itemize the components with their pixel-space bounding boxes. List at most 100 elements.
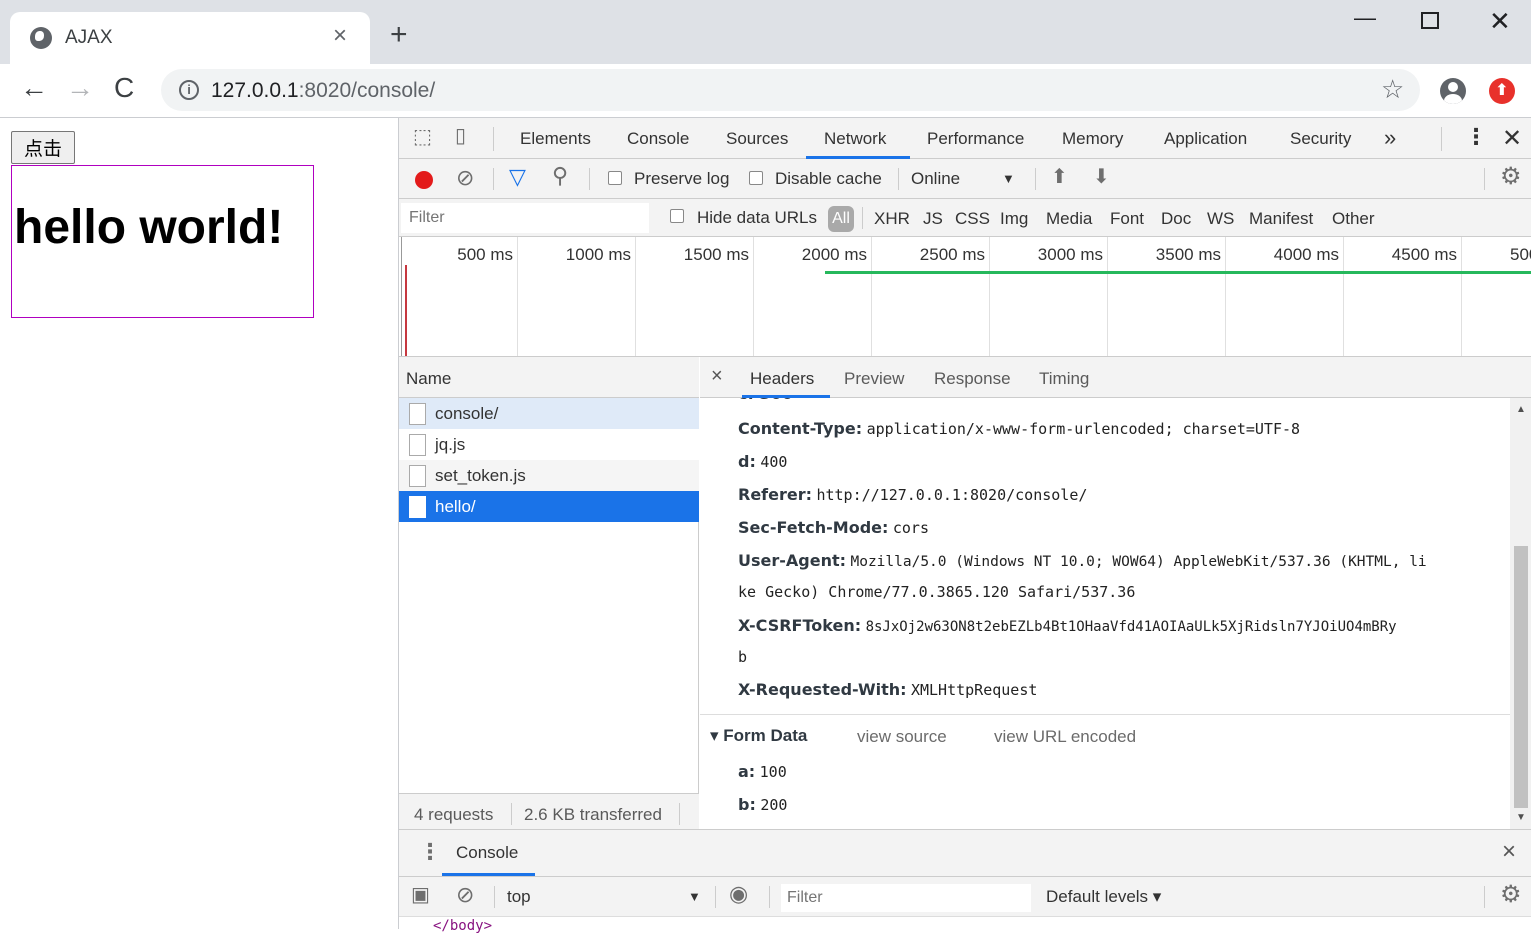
details-tab-bar: × Headers Preview Response Timing bbox=[700, 357, 1531, 398]
network-timeline-overview[interactable]: 500 ms 1000 ms 1500 ms 2000 ms 2500 ms 3… bbox=[399, 237, 1531, 357]
timeline-tick-label: 500 bbox=[1510, 245, 1531, 264]
view-url-encoded-link[interactable]: view URL encoded bbox=[994, 727, 1136, 747]
timeline-gridline bbox=[1343, 237, 1344, 356]
device-toolbar-icon[interactable]: ▯ bbox=[455, 126, 466, 146]
filter-js[interactable]: JS bbox=[923, 209, 943, 229]
window-close-button[interactable]: ✕ bbox=[1489, 6, 1511, 37]
tab-memory[interactable]: Memory bbox=[1062, 129, 1123, 149]
url-text[interactable]: 127.0.0.1:8020/console/ bbox=[211, 79, 435, 103]
console-filter-input[interactable] bbox=[781, 884, 1031, 912]
scroll-thumb[interactable] bbox=[1514, 546, 1528, 808]
reload-button[interactable]: C bbox=[114, 74, 134, 102]
filter-img[interactable]: Img bbox=[1000, 209, 1028, 229]
timeline-request-bar bbox=[825, 271, 1531, 274]
tab-headers[interactable]: Headers bbox=[750, 369, 814, 389]
disable-cache-checkbox[interactable] bbox=[749, 171, 763, 185]
filter-other[interactable]: Other bbox=[1332, 209, 1375, 229]
filter-manifest[interactable]: Manifest bbox=[1249, 209, 1313, 229]
back-button[interactable]: ← bbox=[20, 74, 48, 102]
divider bbox=[679, 803, 680, 825]
tab-preview[interactable]: Preview bbox=[844, 369, 904, 389]
window-maximize-button[interactable] bbox=[1421, 12, 1439, 29]
scroll-down-icon[interactable]: ▼ bbox=[1516, 812, 1526, 823]
header-value: 8sJxOj2w63ON8t2ebEZLb4Bt1OHaaVfd41AOIAaU… bbox=[865, 619, 1397, 635]
transferred-size: 2.6 KB transferred bbox=[524, 805, 662, 824]
devtools-close-icon[interactable]: ✕ bbox=[1502, 124, 1522, 153]
inspect-element-icon[interactable]: ⬚ bbox=[413, 127, 432, 147]
forward-button[interactable]: → bbox=[66, 74, 94, 102]
tab-console[interactable]: Console bbox=[627, 129, 689, 149]
record-icon[interactable] bbox=[415, 171, 433, 189]
sidebar-toggle-icon[interactable]: ▣ bbox=[411, 885, 430, 905]
devtools-tab-bar: ⬚ ▯ Elements Console Sources Network Per… bbox=[399, 118, 1531, 159]
gear-icon[interactable]: ⚙ bbox=[1500, 883, 1522, 907]
request-row-set-token[interactable]: set_token.js bbox=[399, 460, 699, 491]
section-divider bbox=[700, 714, 1510, 715]
click-button[interactable]: 点击 bbox=[11, 131, 75, 164]
log-levels-select[interactable]: Default levels ▾ bbox=[1046, 887, 1161, 907]
form-key: a: bbox=[738, 762, 756, 781]
import-har-icon[interactable]: ⬆ bbox=[1051, 167, 1068, 187]
address-bar[interactable]: i 127.0.0.1:8020/console/ bbox=[161, 69, 1420, 111]
bookmark-star-icon[interactable]: ☆ bbox=[1381, 76, 1404, 102]
extension-icon[interactable]: ⬆ bbox=[1489, 78, 1515, 104]
window-minimize-button[interactable]: — bbox=[1354, 5, 1376, 31]
more-tabs-icon[interactable]: » bbox=[1384, 125, 1396, 151]
filter-all-button[interactable]: All bbox=[828, 206, 854, 232]
info-icon[interactable]: i bbox=[179, 80, 199, 100]
drawer-close-icon[interactable]: × bbox=[1502, 838, 1516, 866]
browser-tab-ajax[interactable]: AJAX × bbox=[10, 12, 370, 64]
name-column-header[interactable]: Name bbox=[406, 369, 451, 389]
chevron-down-icon[interactable]: ▼ bbox=[688, 889, 701, 904]
browser-toolbar: ← → C i 127.0.0.1:8020/console/ ☆ ⬆ bbox=[0, 64, 1531, 118]
url-host: 127.0.0.1 bbox=[211, 79, 299, 102]
request-name: hello/ bbox=[435, 497, 476, 516]
gear-icon[interactable]: ⚙ bbox=[1500, 165, 1522, 189]
filter-funnel-icon[interactable]: ▽ bbox=[509, 166, 526, 188]
header-key: d: bbox=[738, 452, 756, 471]
network-filter-input[interactable] bbox=[401, 203, 649, 233]
drawer-tab-console[interactable]: Console bbox=[456, 843, 518, 863]
browser-tab-strip: AJAX × + — ✕ bbox=[0, 0, 1531, 64]
hide-data-urls-checkbox[interactable] bbox=[670, 209, 684, 223]
clear-icon[interactable]: ⊘ bbox=[456, 167, 474, 189]
eye-icon[interactable]: ◉ bbox=[729, 883, 748, 905]
export-har-icon[interactable]: ⬇ bbox=[1093, 167, 1110, 187]
tab-application[interactable]: Application bbox=[1164, 129, 1247, 149]
view-source-link[interactable]: view source bbox=[857, 727, 947, 747]
tab-security[interactable]: Security bbox=[1290, 129, 1351, 149]
filter-ws[interactable]: WS bbox=[1207, 209, 1234, 229]
scroll-up-icon[interactable]: ▲ bbox=[1516, 404, 1526, 415]
tab-timing[interactable]: Timing bbox=[1039, 369, 1089, 389]
form-data-section-toggle[interactable]: ▾ Form Data bbox=[710, 726, 807, 746]
chevron-down-icon[interactable]: ▼ bbox=[1002, 171, 1015, 186]
close-details-icon[interactable]: × bbox=[711, 365, 723, 388]
filter-xhr[interactable]: XHR bbox=[874, 209, 910, 229]
tab-performance[interactable]: Performance bbox=[927, 129, 1024, 149]
tab-network[interactable]: Network bbox=[824, 129, 886, 149]
new-tab-button[interactable]: + bbox=[390, 20, 408, 50]
header-row: X-Requested-With: XMLHttpRequest bbox=[738, 680, 1037, 700]
filter-css[interactable]: CSS bbox=[955, 209, 990, 229]
account-icon[interactable] bbox=[1440, 78, 1466, 104]
tab-close-button[interactable]: × bbox=[333, 22, 347, 50]
filter-doc[interactable]: Doc bbox=[1161, 209, 1191, 229]
tab-response[interactable]: Response bbox=[934, 369, 1011, 389]
details-scrollbar[interactable]: ▲ ▼ bbox=[1510, 398, 1531, 829]
request-list-header[interactable]: Name bbox=[399, 357, 699, 398]
tab-sources[interactable]: Sources bbox=[726, 129, 788, 149]
devtools-menu-icon[interactable]: ⋮ bbox=[1465, 124, 1487, 150]
divider bbox=[589, 168, 590, 190]
search-icon[interactable]: ⚲ bbox=[552, 165, 568, 187]
request-row-hello[interactable]: hello/ bbox=[399, 491, 699, 522]
preserve-log-checkbox[interactable] bbox=[608, 171, 622, 185]
tab-elements[interactable]: Elements bbox=[520, 129, 591, 149]
drawer-menu-icon[interactable]: ⋮ bbox=[419, 839, 441, 865]
throttling-select[interactable]: Online bbox=[911, 169, 960, 189]
filter-font[interactable]: Font bbox=[1110, 209, 1144, 229]
request-row-console[interactable]: console/ bbox=[399, 398, 699, 429]
request-row-jqjs[interactable]: jq.js bbox=[399, 429, 699, 460]
filter-media[interactable]: Media bbox=[1046, 209, 1092, 229]
clear-console-icon[interactable]: ⊘ bbox=[456, 884, 474, 906]
context-select[interactable]: top bbox=[507, 887, 531, 907]
